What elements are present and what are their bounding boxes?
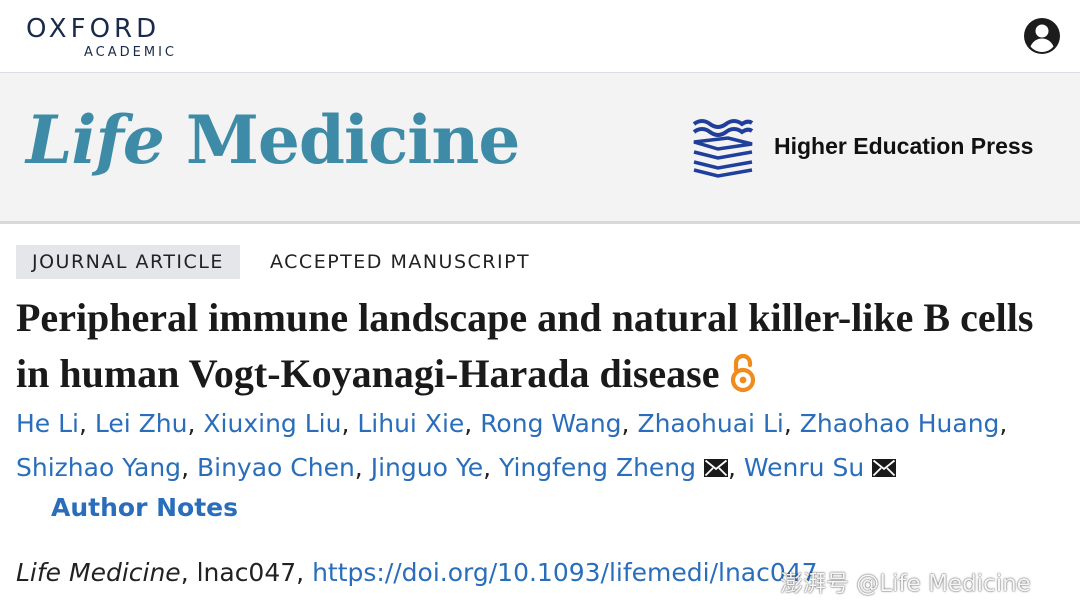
- open-access-lock-icon: [731, 353, 756, 393]
- oxford-academic-logo[interactable]: OXFORD ACADEMIC: [26, 14, 186, 62]
- journal-title[interactable]: Life Medicine: [26, 100, 521, 180]
- citation-journal-name: Life Medicine: [16, 558, 181, 587]
- author-link[interactable]: Rong Wang: [480, 409, 621, 438]
- author-link[interactable]: Lei Zhu: [95, 409, 188, 438]
- top-navigation-bar: OXFORD ACADEMIC: [0, 0, 1080, 73]
- author-link[interactable]: Binyao Chen: [197, 453, 355, 482]
- author-separator: ,: [79, 409, 95, 438]
- author-separator: ,: [181, 453, 197, 482]
- watermark-text: 澎湃号 @Life Medicine: [780, 571, 1031, 597]
- author-separator: ,: [464, 409, 481, 438]
- author-list: He Li, Lei Zhu, Xiuxing Liu, Lihui Xie, …: [16, 402, 1066, 490]
- author-link[interactable]: Wenru Su: [744, 453, 864, 482]
- author-separator: ,: [999, 409, 1008, 438]
- author-separator: ,: [483, 453, 500, 482]
- author-separator: ,: [187, 409, 204, 438]
- article-title: Peripheral immune landscape and natural …: [16, 290, 1066, 402]
- author-separator: ,: [354, 453, 371, 482]
- user-account-icon[interactable]: [1022, 16, 1062, 56]
- publisher-name[interactable]: Higher Education Press: [774, 132, 1033, 160]
- article-title-text: Peripheral immune landscape and natural …: [16, 295, 1034, 396]
- author-separator: ,: [341, 409, 358, 438]
- envelope-icon[interactable]: [872, 459, 897, 477]
- envelope-icon[interactable]: [704, 459, 729, 477]
- author-link[interactable]: Zhaohuai Li: [637, 409, 783, 438]
- journal-title-part2: Medicine: [163, 101, 521, 179]
- author-link[interactable]: Shizhao Yang: [16, 453, 181, 482]
- author-link[interactable]: Lihui Xie: [357, 409, 464, 438]
- author-link[interactable]: Zhaohao Huang: [800, 409, 1000, 438]
- journal-title-part1: Life: [26, 101, 165, 179]
- author-link[interactable]: Xiuxing Liu: [203, 409, 341, 438]
- logo-oxford-text: OXFORD: [26, 14, 161, 44]
- author-notes-link[interactable]: Author Notes: [51, 490, 238, 526]
- hep-stacked-books-icon[interactable]: [690, 114, 756, 180]
- author-link[interactable]: Yingfeng Zheng: [499, 453, 696, 482]
- author-separator: ,: [621, 409, 638, 438]
- author-link[interactable]: Jinguo Ye: [371, 453, 483, 482]
- citation-line: Life Medicine, lnac047, https://doi.org/…: [16, 553, 818, 593]
- doi-link[interactable]: https://doi.org/10.1093/lifemedi/lnac047: [312, 558, 818, 587]
- logo-academic-text: ACADEMIC: [84, 45, 177, 60]
- citation-article-id: , lnac047,: [180, 558, 313, 587]
- author-separator: ,: [728, 453, 744, 482]
- article-status-label: ACCEPTED MANUSCRIPT: [270, 251, 531, 273]
- author-link[interactable]: He Li: [16, 409, 79, 438]
- author-separator: ,: [783, 409, 800, 438]
- article-type-badge: JOURNAL ARTICLE: [16, 245, 240, 279]
